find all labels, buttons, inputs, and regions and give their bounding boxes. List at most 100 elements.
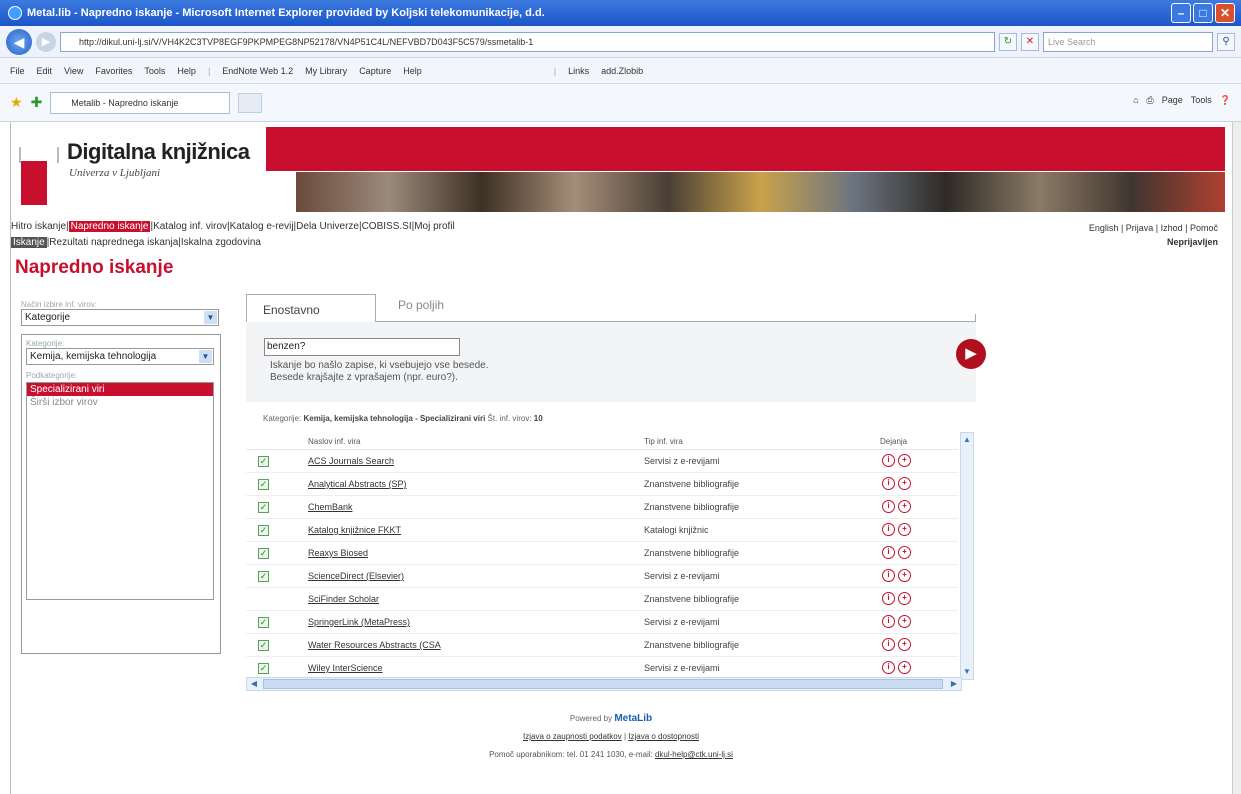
add-icon[interactable]: +: [898, 615, 911, 628]
add-icon[interactable]: +: [898, 569, 911, 582]
print-icon[interactable]: ⎙: [1147, 95, 1154, 106]
row-checkbox[interactable]: ✓: [258, 663, 269, 674]
menu-edit[interactable]: Edit: [37, 66, 53, 76]
info-icon[interactable]: i: [882, 661, 895, 674]
add-icon[interactable]: +: [898, 592, 911, 605]
subnav-iskanje[interactable]: Iskanje: [11, 237, 47, 248]
scroll-up-icon[interactable]: ▲: [961, 433, 973, 447]
home-icon[interactable]: ⌂: [1133, 95, 1138, 106]
source-link[interactable]: ChemBank: [308, 502, 353, 512]
scroll-left-icon[interactable]: ◀: [247, 678, 261, 690]
help-icon[interactable]: ❓: [1220, 95, 1231, 106]
nav-cobiss[interactable]: COBISS.SI: [362, 221, 412, 232]
col-type-header[interactable]: Tip inf. vira: [644, 437, 683, 446]
nav-hitro-iskanje[interactable]: Hitro iskanje: [11, 221, 66, 232]
query-input[interactable]: benzen?: [264, 338, 460, 356]
subcategory-list[interactable]: Specializirani viri Širši izbor virov: [26, 382, 214, 600]
source-link[interactable]: Reaxys Biosed: [308, 548, 368, 558]
chevron-down-icon[interactable]: ▼: [199, 350, 212, 363]
row-checkbox[interactable]: ✓: [258, 525, 269, 536]
subcategory-item-selected[interactable]: Specializirani viri: [27, 383, 213, 396]
row-checkbox[interactable]: ✓: [258, 640, 269, 651]
nav-katalog-virov[interactable]: Katalog inf. virov: [153, 221, 227, 232]
toolbar-endnote[interactable]: EndNote Web 1.2: [222, 66, 293, 76]
source-link[interactable]: Analytical Abstracts (SP): [308, 479, 407, 489]
menu-file[interactable]: File: [10, 66, 25, 76]
source-link[interactable]: Wiley InterScience: [308, 663, 383, 673]
forward-icon[interactable]: ▶: [36, 31, 56, 52]
add-icon[interactable]: +: [898, 546, 911, 559]
page-menu[interactable]: Page: [1162, 95, 1183, 106]
links-item[interactable]: add.Zlobib: [601, 66, 643, 76]
row-checkbox[interactable]: ✓: [258, 479, 269, 490]
add-icon[interactable]: +: [898, 500, 911, 513]
nav-katalog-erevij[interactable]: Katalog e-revij: [230, 221, 294, 232]
add-icon[interactable]: +: [898, 661, 911, 674]
toolbar-my-library[interactable]: My Library: [305, 66, 347, 76]
metalib-logo[interactable]: MetaLib: [614, 713, 652, 724]
scroll-down-icon[interactable]: ▼: [961, 665, 973, 679]
col-name-header[interactable]: Naslov inf. vira: [308, 437, 360, 446]
chevron-down-icon[interactable]: ▼: [204, 311, 217, 324]
info-icon[interactable]: i: [882, 592, 895, 605]
row-checkbox[interactable]: ✓: [258, 617, 269, 628]
toolbar-capture[interactable]: Capture: [359, 66, 391, 76]
scroll-thumb[interactable]: [263, 679, 943, 689]
add-icon[interactable]: +: [898, 454, 911, 467]
search-go-button[interactable]: ▶: [956, 339, 986, 369]
privacy-link[interactable]: Izjava o zaupnosti podatkov: [523, 732, 622, 741]
new-tab-button[interactable]: [238, 92, 263, 113]
menu-favorites[interactable]: Favorites: [95, 66, 132, 76]
info-icon[interactable]: i: [882, 523, 895, 536]
nav-napredno-iskanje[interactable]: Napredno iskanje: [68, 221, 151, 232]
stop-icon[interactable]: ✕: [1021, 32, 1039, 51]
category-select[interactable]: Kemija, kemijska tehnologija ▼: [26, 348, 214, 365]
row-checkbox[interactable]: ✓: [258, 571, 269, 582]
source-link[interactable]: SciFinder Scholar: [308, 594, 379, 604]
source-link[interactable]: SpringerLink (MetaPress): [308, 617, 410, 627]
info-icon[interactable]: i: [882, 638, 895, 651]
subnav-rezultati[interactable]: Rezultati naprednega iskanja: [49, 237, 178, 248]
add-icon[interactable]: +: [898, 477, 911, 490]
row-checkbox[interactable]: ✓: [258, 548, 269, 559]
browser-tab[interactable]: Metalib - Napredno iskanje: [50, 91, 231, 114]
table-vertical-scrollbar[interactable]: ▲ ▼: [960, 432, 974, 680]
refresh-icon[interactable]: ↻: [999, 32, 1017, 51]
source-link[interactable]: ScienceDirect (Elsevier): [308, 571, 404, 581]
language-links[interactable]: English | Prijava | Izhod | Pomoč: [1089, 221, 1218, 235]
source-link[interactable]: Katalog knjižnice FKKT: [308, 525, 401, 535]
source-link[interactable]: Water Resources Abstracts (CSA: [308, 640, 441, 650]
tab-po-poljih[interactable]: Po poljih: [398, 298, 444, 312]
add-favorite-icon[interactable]: ✚: [31, 94, 43, 111]
nav-dela-univerze[interactable]: Dela Univerze: [296, 221, 359, 232]
row-checkbox[interactable]: ✓: [258, 502, 269, 513]
favorites-star-icon[interactable]: ★: [10, 94, 23, 111]
menu-tools[interactable]: Tools: [144, 66, 165, 76]
row-checkbox[interactable]: ✓: [258, 456, 269, 467]
table-horizontal-scrollbar[interactable]: ◀ ▶: [246, 677, 962, 691]
minimize-icon[interactable]: –: [1171, 3, 1191, 23]
info-icon[interactable]: i: [882, 615, 895, 628]
accessibility-link[interactable]: Izjava o dostopnosti: [628, 732, 699, 741]
search-input[interactable]: Live Search: [1043, 31, 1213, 52]
source-link[interactable]: ACS Journals Search: [308, 456, 394, 466]
add-icon[interactable]: +: [898, 638, 911, 651]
url-field[interactable]: http://dikul.uni-lj.si/V/VH4K2C3TVP8EGF9…: [60, 31, 995, 52]
menu-view[interactable]: View: [64, 66, 83, 76]
back-icon[interactable]: ◀: [6, 28, 32, 55]
scroll-right-icon[interactable]: ▶: [947, 678, 961, 690]
subcategory-item[interactable]: Širši izbor virov: [27, 396, 213, 409]
menu-help[interactable]: Help: [177, 66, 196, 76]
close-icon[interactable]: ✕: [1215, 3, 1235, 23]
help-email-link[interactable]: dkul-help@ctk.uni-lj.si: [655, 750, 733, 759]
add-icon[interactable]: +: [898, 523, 911, 536]
maximize-icon[interactable]: □: [1193, 3, 1213, 23]
info-icon[interactable]: i: [882, 546, 895, 559]
tab-enostavno[interactable]: Enostavno: [246, 294, 376, 322]
nav-moj-profil[interactable]: Moj profil: [414, 221, 455, 232]
toolbar-help[interactable]: Help: [403, 66, 422, 76]
search-icon[interactable]: ⚲: [1217, 32, 1235, 51]
site-logo[interactable]: Digitalna knjižnica Univerza v Ljubljani: [11, 133, 266, 211]
page-scrollbar[interactable]: [1232, 122, 1241, 794]
info-icon[interactable]: i: [882, 477, 895, 490]
